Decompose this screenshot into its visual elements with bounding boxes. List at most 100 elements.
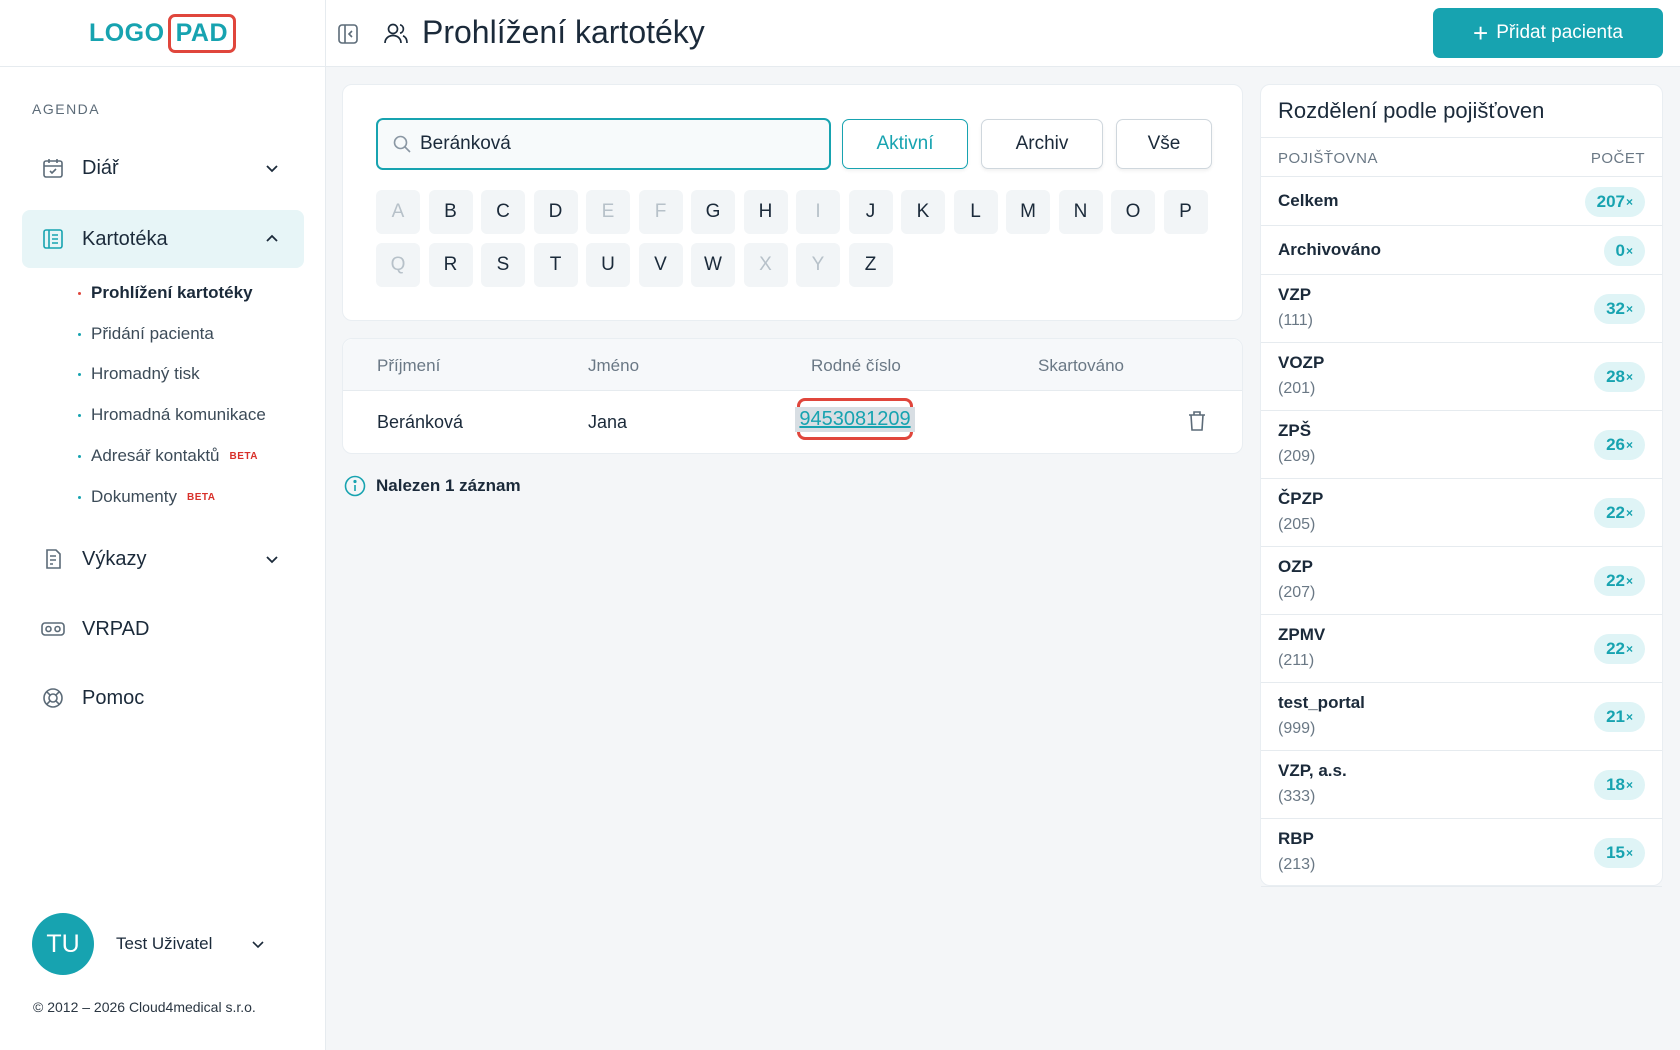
add-patient-button[interactable]: + Přidat pacienta [1433, 8, 1663, 58]
nav-item-label: Kartotéka [82, 227, 168, 250]
trash-icon[interactable] [1186, 409, 1208, 433]
subitem-hromadny-tisk[interactable]: Hromadný tisk [78, 364, 200, 384]
letter-button-d[interactable]: D [533, 190, 578, 234]
results-count: Nalezen 1 záznam [344, 475, 521, 497]
letter-button-k[interactable]: K [901, 190, 945, 234]
insurance-count-suffix: × [1625, 243, 1633, 258]
letter-button-t[interactable]: T [533, 243, 578, 287]
insurance-row: ZPMV (211) 22 × [1261, 615, 1662, 683]
nav-item-vrpad[interactable]: VRPAD [22, 600, 304, 658]
birth-number-link[interactable]: 9453081209 [795, 406, 915, 432]
letter-button-i: I [796, 190, 840, 234]
insurance-code: (111) [1278, 312, 1313, 329]
cell-surname: Beránková [377, 412, 464, 432]
insurance-count: 28 [1606, 367, 1625, 386]
insurance-count-badge: 207 × [1584, 186, 1645, 217]
add-patient-label: Přidat pacienta [1496, 22, 1623, 43]
subitem-dokumenty[interactable]: Dokumenty BETA [78, 487, 215, 507]
letter-button-s[interactable]: S [481, 243, 525, 287]
subitem-adresar-kontaktu[interactable]: Adresář kontaktů BETA [78, 446, 258, 466]
letter-button-f: F [638, 190, 683, 234]
search-card: Aktivní Archiv Vše ABCDEFGHIJKLMNOP QRSTU… [342, 84, 1243, 321]
insurance-count: 26 [1606, 435, 1625, 454]
letter-button-w[interactable]: W [691, 243, 735, 287]
letter-button-x: X [743, 243, 788, 287]
letter-button-h[interactable]: H [743, 190, 788, 234]
letter-button-z[interactable]: Z [848, 243, 893, 287]
insurance-count: 207 [1596, 191, 1625, 211]
avatar: TU [32, 913, 94, 975]
column-header-birth-number[interactable]: Rodné číslo [811, 356, 901, 376]
insurance-name: RBP [1278, 829, 1314, 848]
insurance-count: 32 [1606, 299, 1625, 318]
bullet-dot [78, 495, 81, 499]
app-logo[interactable]: LOGO PAD [89, 13, 237, 53]
insurance-count-badge: 22 × [1594, 634, 1645, 664]
cell-name: Jana [588, 412, 628, 432]
report-icon [40, 546, 66, 572]
insurance-count-badge: 0 × [1603, 235, 1645, 266]
filter-archive-button[interactable]: Archiv [981, 119, 1103, 169]
nav-item-pomoc[interactable]: Pomoc [22, 669, 304, 727]
insurance-col-count: POČET [1590, 150, 1645, 167]
letter-button-v[interactable]: V [638, 243, 683, 287]
vr-headset-icon [40, 616, 66, 642]
insurance-panel: Rozdělení podle pojišťoven POJIŠŤOVNA PO… [1260, 84, 1663, 887]
insurance-name: VZP, a.s. [1278, 761, 1347, 780]
letter-button-l[interactable]: L [953, 190, 998, 234]
subitem-pridani-pacienta[interactable]: Přidání pacienta [78, 324, 214, 344]
letter-button-r[interactable]: R [428, 243, 473, 287]
column-header-shredded[interactable]: Skartováno [1038, 356, 1124, 376]
letter-button-p[interactable]: P [1163, 190, 1208, 234]
insurance-count: 22 [1606, 571, 1625, 590]
insurance-count-badge: 21 × [1594, 702, 1645, 732]
letter-button-u[interactable]: U [586, 243, 630, 287]
beta-badge: BETA [229, 450, 258, 462]
search-input[interactable] [420, 133, 829, 155]
insurance-name: VZP [1278, 285, 1312, 304]
nav-item-diar[interactable]: Diář [22, 139, 304, 197]
subitem-label: Hromadný tisk [91, 364, 200, 383]
results-table: Příjmení Jméno Rodné číslo Skartováno Be… [342, 338, 1243, 454]
insurance-count: 22 [1606, 503, 1625, 522]
insurance-count-suffix: × [1625, 438, 1633, 452]
filter-active-button[interactable]: Aktivní [842, 119, 968, 169]
column-header-name[interactable]: Jméno [588, 356, 639, 376]
subitem-prohlizeni-kartoteky[interactable]: Prohlížení kartotéky [78, 283, 253, 303]
calendar-icon [40, 155, 66, 181]
letter-button-g[interactable]: G [691, 190, 735, 234]
table-header: Příjmení Jméno Rodné číslo Skartováno [343, 339, 1242, 391]
column-header-surname[interactable]: Příjmení [377, 356, 440, 376]
letter-button-o[interactable]: O [1111, 190, 1155, 234]
chevron-down-icon [266, 165, 278, 173]
insurance-name: Archivováno [1278, 240, 1381, 259]
subitem-label: Prohlížení kartotéky [91, 283, 253, 302]
nav-item-kartoteka[interactable]: Kartotéka [22, 210, 304, 268]
letter-button-a: A [376, 190, 420, 234]
insurance-row: Celkem 207 × [1261, 177, 1662, 226]
plus-icon: + [1473, 18, 1489, 48]
sidebar-collapse-icon[interactable] [336, 22, 360, 46]
letter-button-c[interactable]: C [481, 190, 525, 234]
insurance-code: (999) [1278, 720, 1316, 737]
filter-all-button[interactable]: Vše [1116, 119, 1212, 169]
insurance-count: 22 [1606, 639, 1625, 658]
subitem-hromadna-komunikace[interactable]: Hromadná komunikace [78, 405, 266, 425]
chevron-up-icon [266, 234, 278, 242]
insurance-header: POJIŠŤOVNA POČET [1261, 137, 1662, 177]
insurance-count-suffix: × [1625, 778, 1633, 792]
nav-item-label: VRPAD [82, 617, 150, 640]
nav-item-label: Výkazy [82, 547, 147, 570]
insurance-title: Rozdělení podle pojišťoven [1278, 98, 1545, 123]
user-menu[interactable]: TU Test Uživatel [32, 913, 292, 975]
insurance-code: (207) [1278, 584, 1316, 601]
insurance-count-badge: 22 × [1594, 498, 1645, 528]
letter-button-b[interactable]: B [428, 190, 473, 234]
letter-button-j[interactable]: J [848, 190, 893, 234]
users-icon [384, 23, 408, 44]
letter-button-m[interactable]: M [1006, 190, 1050, 234]
nav-item-vykazy[interactable]: Výkazy [22, 530, 304, 588]
letter-button-n[interactable]: N [1058, 190, 1103, 234]
logo-row: LOGO PAD [0, 0, 325, 67]
insurance-count-badge: 18 × [1594, 770, 1645, 800]
